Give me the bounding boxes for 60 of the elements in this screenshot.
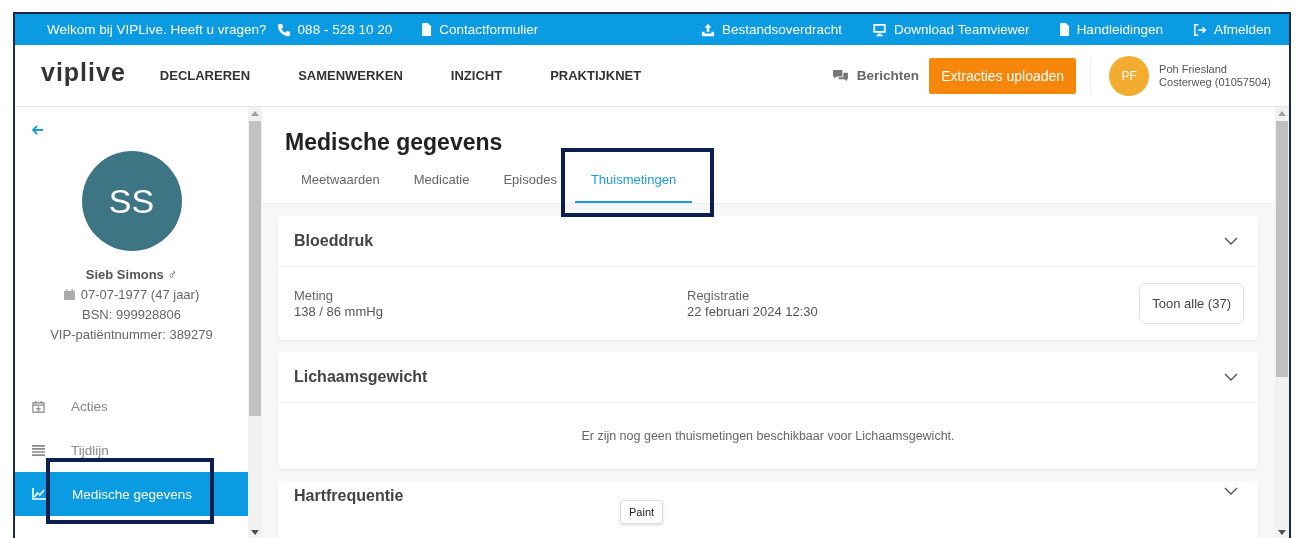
- empty-message: Er zijn nog geen thuismetingen beschikbaar voor Lichaamsgewicht.: [581, 429, 955, 443]
- tab[interactable]: Episodes: [487, 172, 573, 203]
- tooltip: Paint: [620, 500, 664, 524]
- messages-link[interactable]: Berichten: [831, 68, 920, 83]
- calendar-plus-icon: [32, 399, 45, 413]
- show-all-button[interactable]: Toon alle (37): [1139, 283, 1244, 324]
- patient-avatar: SS: [81, 151, 182, 251]
- topbar-link[interactable]: Contactformulier: [422, 22, 539, 37]
- welcome-text: Welkom bij VIPLive. Heeft u vragen?: [47, 22, 267, 37]
- chat-bubbles-icon: [831, 69, 849, 82]
- tab[interactable]: Meetwaarden: [285, 172, 396, 203]
- card-title: Lichaamsgewicht: [294, 368, 428, 386]
- logo[interactable]: viplive: [41, 58, 126, 87]
- nav-link[interactable]: SAMENWERKEN: [298, 68, 403, 83]
- sidebar-item[interactable]: Tijdlijn: [15, 428, 248, 472]
- nav-link[interactable]: PRAKTIJKNET: [550, 68, 642, 83]
- birth-date: 07-07-1977 (47 jaar): [80, 287, 200, 302]
- card-title: Bloeddruk: [294, 232, 374, 250]
- patient-name: Sieb Simons: [85, 267, 164, 282]
- nav-link[interactable]: DECLAREREN: [159, 68, 251, 83]
- topbar-link[interactable]: Download Teamviewer: [872, 22, 1030, 37]
- field-label: Meting: [294, 287, 335, 304]
- bsn-text: BSN: 999928806: [82, 307, 181, 322]
- topbar-link[interactable]: Handleidingen: [1059, 22, 1163, 37]
- tab[interactable]: Thuismetingen: [574, 172, 693, 203]
- page-title: Medische gegevens: [285, 129, 504, 156]
- gender-symbol: ♂: [167, 267, 178, 282]
- chevron-down-icon[interactable]: [1224, 487, 1238, 495]
- scroll-down-arrow-icon[interactable]: [251, 530, 259, 535]
- back-arrow-icon[interactable]: [32, 125, 44, 135]
- monitor-icon: [872, 22, 888, 37]
- upload-icon: [700, 22, 715, 37]
- scroll-down-arrow-icon[interactable]: [1278, 530, 1286, 535]
- user-avatar[interactable]: PF: [1109, 55, 1150, 96]
- field-value: 138 / 86 mmHg: [294, 303, 384, 320]
- line-chart-icon: [32, 488, 46, 500]
- file-icon: [1059, 23, 1070, 36]
- list-icon: [32, 444, 45, 456]
- user-name: Poh Friesland: [1159, 62, 1228, 76]
- nav-link[interactable]: INZICHT: [450, 68, 503, 83]
- card-title: Hartfrequentie: [294, 487, 404, 505]
- phone-icon: [276, 22, 291, 37]
- field-label: Registratie: [687, 287, 751, 304]
- user-location: Costerweg (01057504): [1159, 75, 1271, 89]
- sidebar-item[interactable]: Medische gegevens: [15, 472, 248, 516]
- sidebar-item[interactable]: Acties: [15, 384, 248, 428]
- scrollbar[interactable]: [248, 107, 262, 538]
- calendar-icon: [63, 289, 75, 300]
- patient-number: VIP-patiëntnummer: 389279: [50, 327, 213, 342]
- scrollbar[interactable]: [1275, 107, 1289, 538]
- tab[interactable]: Medicatie: [397, 172, 486, 203]
- field-value: 22 februari 2024 12:30: [687, 303, 819, 320]
- topbar-link[interactable]: Afmelden: [1192, 22, 1271, 37]
- topbar-link[interactable]: Bestandsoverdracht: [700, 22, 843, 37]
- upload-extractions-button[interactable]: Extracties uploaden: [929, 57, 1077, 94]
- topbar-link[interactable]: 088 - 528 10 20: [276, 22, 393, 37]
- logout-icon: [1192, 22, 1207, 37]
- chevron-down-icon[interactable]: [1224, 237, 1238, 245]
- file-icon: [422, 23, 433, 36]
- chevron-down-icon[interactable]: [1224, 373, 1238, 381]
